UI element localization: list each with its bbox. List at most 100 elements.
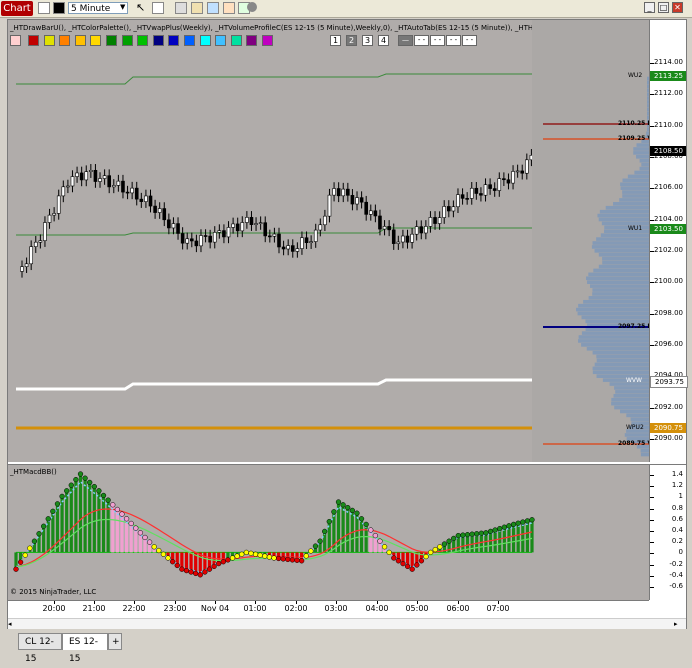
scroll-left-icon[interactable]: ◂ (8, 620, 12, 628)
scroll-right-icon[interactable]: ▸ (674, 620, 678, 628)
draw-bar-icon[interactable] (10, 35, 21, 46)
candle-body (442, 206, 447, 218)
candle-body (382, 226, 387, 230)
macd-dot (451, 535, 457, 542)
palette-color-swatch[interactable] (262, 35, 273, 46)
macd-axis[interactable]: 1.4 1.2 1 0.8 0.6 0.4 0.2 0 -0.2 -0.4 -0.6 (649, 464, 686, 600)
candle-body (203, 235, 208, 237)
grid-icon[interactable] (175, 2, 187, 14)
macd-axis-label: 1.2 (671, 481, 683, 490)
candle-body (43, 222, 47, 241)
minimize-button[interactable]: _ (644, 2, 655, 13)
candle-body (47, 214, 52, 223)
palette-color-swatch[interactable] (90, 35, 102, 46)
price-axis-label: 2106.00 (654, 183, 683, 192)
line-style-button[interactable]: - - (446, 35, 461, 46)
line-style-button[interactable]: - - (414, 35, 429, 46)
line-width-button[interactable]: 1 (330, 35, 341, 46)
line-style-button[interactable]: - - (430, 35, 445, 46)
zoom-icon[interactable] (247, 2, 257, 12)
time-axis[interactable]: 20:00 21:00 22:00 23:00 Nov 04 01:00 02:00 03:0… (8, 600, 649, 619)
palette-color-swatch[interactable] (106, 35, 117, 46)
macd-dot (169, 559, 176, 565)
line-width-button[interactable]: 3 (362, 35, 373, 46)
line-style-button[interactable]: — (398, 35, 413, 46)
candle-body (235, 223, 240, 232)
macd-axis-label: 0.2 (671, 537, 683, 546)
candle-body (93, 169, 98, 182)
palette-color-swatch[interactable] (28, 35, 39, 46)
line-width-button[interactable]: 2 (346, 35, 357, 46)
price-axis-label: 2096.00 (654, 339, 683, 348)
macd-dot (312, 543, 319, 549)
macd-dot (59, 493, 65, 500)
line-width-button[interactable]: 4 (378, 35, 389, 46)
maximize-button[interactable]: □ (658, 2, 669, 13)
horizontal-scrollbar[interactable]: ◂ ▸ (8, 618, 686, 629)
palette-color-swatch[interactable] (152, 35, 164, 46)
candle-body (451, 206, 456, 212)
time-axis-label: 03:00 (324, 604, 348, 613)
macd-dot (404, 563, 411, 570)
macd-dot (340, 502, 346, 508)
palette-color-swatch[interactable] (230, 35, 242, 46)
candle-body (332, 188, 336, 196)
macd-axis-label: -0.6 (669, 582, 683, 590)
palette-color-swatch[interactable] (168, 35, 180, 46)
time-axis-label: 23:00 (163, 604, 187, 613)
palette-color-swatch[interactable] (43, 35, 55, 46)
macd-dot (474, 531, 480, 537)
palette-color-swatch[interactable] (199, 35, 211, 46)
add-tab-button[interactable]: + (108, 633, 122, 650)
candle-body (70, 176, 75, 187)
candle-body (497, 178, 502, 191)
palette-color-swatch[interactable] (184, 35, 195, 46)
macd-dot (257, 552, 263, 558)
macd-histogram-bar (97, 490, 101, 553)
macd-dot (280, 556, 286, 562)
vwap-line (16, 378, 540, 391)
price-axis[interactable]: 2114.002112.002110.002108.002106.002104.… (649, 20, 686, 462)
chart-toolbar: Chart 5 Minute ▼ ↖ _ □ ✕ (0, 0, 692, 18)
chart-menu-button[interactable]: Chart (1, 1, 33, 16)
candle-body (121, 180, 125, 193)
macd-panel[interactable]: _HTMacdBB() © 2015 NinjaTrader, LLC (8, 464, 649, 601)
pointer-icon[interactable]: ↖ (136, 1, 145, 14)
tab-es-12-15[interactable]: ES 12-15 (62, 633, 108, 664)
palette-color-swatch[interactable] (215, 35, 227, 46)
palette-color-swatch[interactable] (59, 35, 71, 46)
indicators-icon[interactable] (207, 2, 219, 14)
data-series-icon[interactable] (38, 2, 50, 14)
macd-histogram-bar (134, 528, 138, 553)
bar-type-icon[interactable] (53, 2, 65, 14)
palette-color-swatch[interactable] (137, 35, 149, 46)
macd-dot (211, 563, 217, 570)
candle-body (20, 266, 24, 272)
macd-dot (137, 530, 144, 536)
candle-body (116, 180, 121, 186)
line-style-button[interactable]: - - (462, 35, 477, 46)
macd-dot (179, 566, 185, 572)
palette-color-swatch[interactable] (121, 35, 133, 46)
candle-body (84, 171, 89, 181)
palette-color-swatch[interactable] (246, 35, 258, 46)
candle-body (212, 232, 217, 243)
candle-body (125, 191, 130, 194)
palette-color-swatch[interactable] (74, 35, 86, 46)
candle-body (511, 171, 515, 184)
macd-dot (183, 567, 190, 574)
properties-icon[interactable] (152, 2, 164, 14)
close-button[interactable]: ✕ (672, 2, 683, 13)
drawing-tools-icon[interactable] (191, 2, 203, 14)
strategies-icon[interactable] (223, 2, 235, 14)
macd-dot (515, 520, 521, 526)
candle-body (364, 201, 368, 215)
macd-histogram-bar (525, 520, 529, 553)
price-panel[interactable] (8, 20, 540, 462)
macd-dot (520, 519, 526, 525)
tab-cl-12-15[interactable]: CL 12-15 (18, 633, 62, 664)
interval-select[interactable]: 5 Minute (68, 2, 128, 14)
candle-body (327, 194, 332, 217)
macd-histogram-bar (364, 524, 368, 553)
chevron-down-icon[interactable]: ▼ (120, 3, 125, 11)
